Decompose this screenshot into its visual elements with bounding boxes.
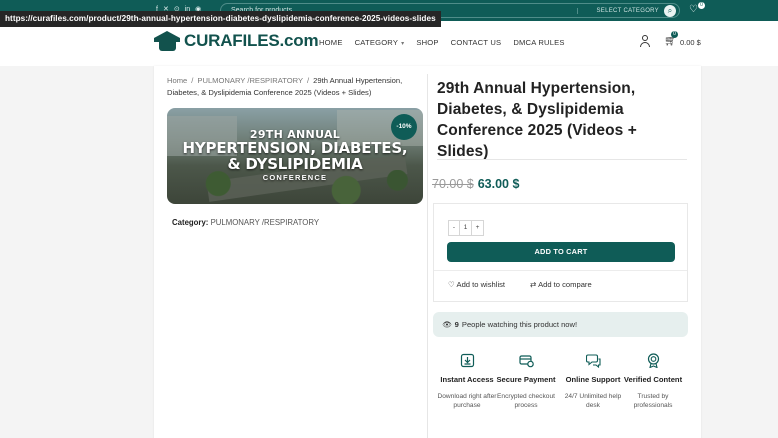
nav-category[interactable]: CATEGORY: [355, 38, 405, 47]
product-category: Category: PULMONARY /RESPIRATORY: [172, 218, 319, 227]
product-price: 70.00 $63.00 $: [432, 177, 519, 191]
image-title-line3: & DYSLIPIDEMIA: [227, 155, 363, 173]
support-chat-icon: [585, 353, 601, 369]
compare-label: Add to compare: [538, 280, 592, 289]
user-account-icon[interactable]: [639, 35, 651, 47]
graduation-cap-logo-icon: [154, 30, 181, 51]
nav-shop[interactable]: SHOP: [416, 38, 438, 47]
category-label: Category:: [172, 218, 209, 227]
feature-title: Secure Payment: [496, 375, 556, 384]
discount-badge: -10%: [391, 114, 417, 140]
add-to-compare-link[interactable]: ⇄ Add to compare: [530, 280, 592, 289]
site-logo[interactable]: CURAFILES.com: [154, 30, 319, 51]
wishlist-label: Add to wishlist: [456, 280, 506, 289]
product-image[interactable]: 29TH ANNUAL HYPERTENSION, DIABETES, & DY…: [167, 108, 423, 204]
feature-desc: Download right after purchase: [437, 392, 497, 410]
category-link[interactable]: PULMONARY /RESPIRATORY: [211, 218, 319, 227]
product-title: 29th Annual Hypertension, Diabetes, & Dy…: [437, 80, 637, 160]
sale-price: 63.00 $: [477, 177, 520, 191]
verified-badge-icon: [646, 353, 661, 369]
feature-secure-payment: Secure Payment Encrypted checkout proces…: [496, 353, 556, 411]
product-gallery-column: Home / PULMONARY /RESPIRATORY/29th Annual …: [154, 66, 426, 438]
logo-text: CURAFILES.com: [184, 30, 319, 50]
cart-icon[interactable]: 🛒︎ 0: [664, 31, 678, 47]
shuffle-icon: ⇄: [530, 280, 539, 289]
nav-contact-us[interactable]: CONTACT US: [451, 38, 502, 47]
add-to-cart-button[interactable]: ADD TO CART: [447, 242, 675, 262]
feature-desc: Trusted by professionals: [633, 392, 673, 410]
feature-desc: 24/7 Unlimited help desk: [564, 392, 622, 410]
nav-dmca-rules[interactable]: DMCA RULES: [513, 38, 564, 47]
qty-plus-button[interactable]: +: [472, 220, 484, 236]
add-to-wishlist-link[interactable]: ♡ Add to wishlist: [448, 280, 505, 289]
quantity-stepper: - 1 +: [448, 220, 484, 236]
topbar-wishlist-icon[interactable]: ♡ 0: [689, 2, 705, 15]
feature-desc: Encrypted checkout process: [497, 392, 555, 410]
breadcrumb: Home / PULMONARY /RESPIRATORY/29th Annual …: [167, 76, 403, 97]
wishlist-count: 0: [698, 2, 705, 9]
product-panel: Home / PULMONARY /RESPIRATORY/29th Annual …: [154, 66, 701, 438]
breadcrumb-home[interactable]: Home: [167, 76, 187, 85]
purchase-box-divider: [434, 270, 687, 271]
site-header: CURAFILES.com HOME CATEGORY SHOP CONTACT…: [0, 21, 778, 66]
link-url-tooltip: https://curafiles.com/product/29th-annua…: [0, 11, 441, 27]
feature-title: Online Support: [565, 375, 621, 384]
nav-home[interactable]: HOME: [319, 38, 343, 47]
title-divider: [437, 159, 687, 160]
cart-count: 0: [671, 31, 678, 38]
qty-minus-button[interactable]: -: [448, 220, 460, 236]
secure-card-icon: [518, 353, 534, 368]
eye-icon: 👁︎: [442, 320, 452, 329]
main-nav: HOME CATEGORY SHOP CONTACT US DMCA RULES: [319, 38, 577, 47]
watchers-text: People watching this product now!: [461, 320, 578, 329]
watchers-count: 9: [454, 320, 459, 329]
image-title-line4: CONFERENCE: [262, 173, 328, 182]
purchase-box: - 1 + ADD TO CART ♡ Add to wishlist ⇄ Ad…: [433, 203, 688, 302]
cart-total[interactable]: 0.00 $: [680, 38, 701, 47]
feature-instant-access: Instant Access Download right after purc…: [437, 353, 497, 411]
feature-title: Instant Access: [440, 375, 494, 384]
column-divider: [427, 74, 428, 438]
download-icon: [460, 353, 475, 368]
watchers-notice: 👁︎ 9 People watching this product now!: [433, 312, 688, 337]
feature-online-support: Online Support 24/7 Unlimited help desk: [563, 353, 623, 411]
old-price: 70.00 $: [432, 177, 474, 191]
search-icon[interactable]: ⌕: [664, 5, 676, 17]
heart-icon: ♡: [448, 280, 457, 289]
breadcrumb-category[interactable]: PULMONARY /RESPIRATORY: [197, 76, 303, 85]
qty-input[interactable]: 1: [460, 220, 472, 236]
feature-verified-content: Verified Content Trusted by professional…: [623, 353, 683, 411]
feature-title: Verified Content: [623, 375, 683, 384]
